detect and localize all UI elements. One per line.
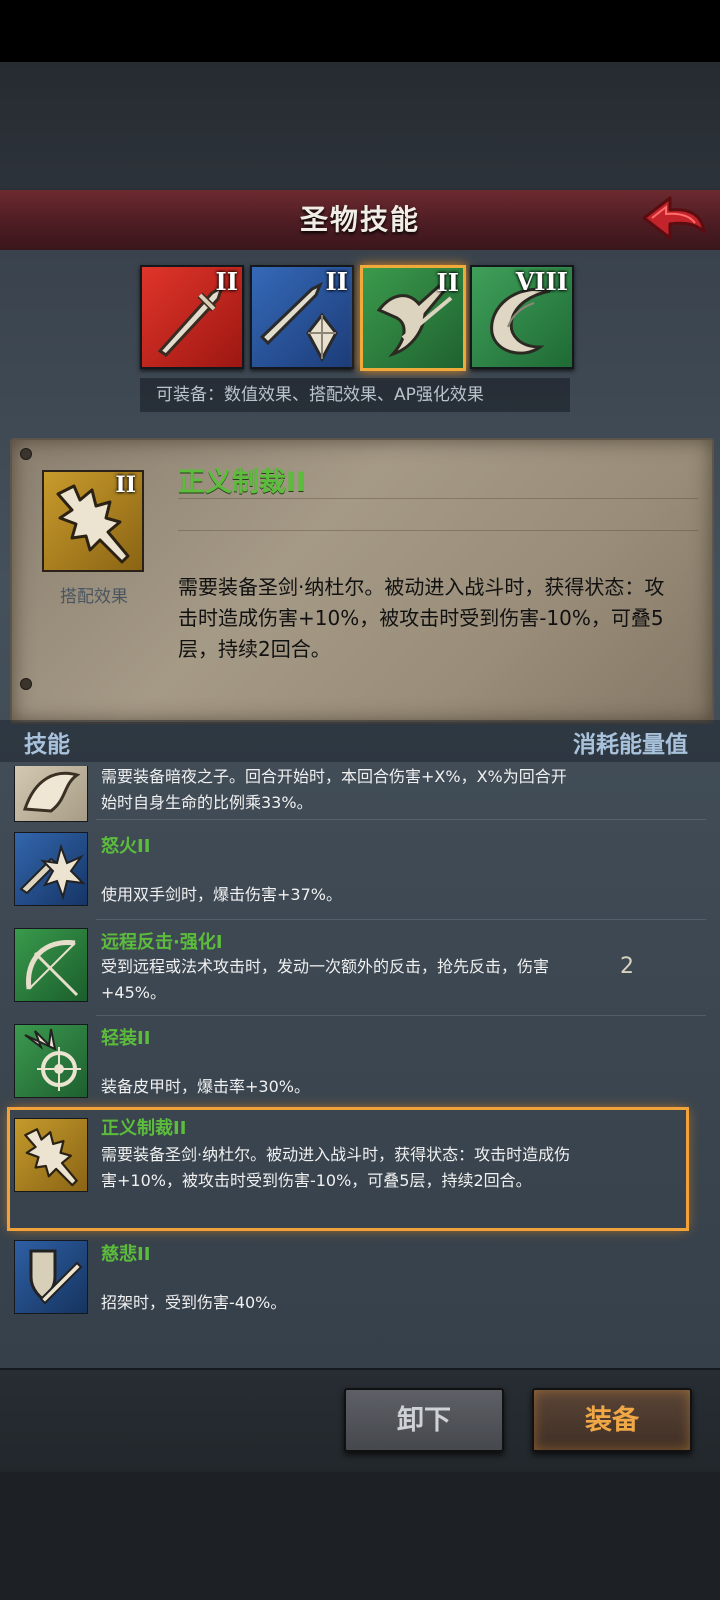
rivet-icon [20, 448, 32, 460]
slot-rank: II [325, 267, 348, 296]
bottom-backdrop [0, 1472, 720, 1600]
list-item[interactable]: 慈悲II 招架时，受到伤害-40%。 [0, 1236, 720, 1328]
blue-shield-sword-icon [29, 1249, 83, 1305]
equip-button[interactable]: 装备 [532, 1388, 692, 1452]
skill-icon [14, 766, 88, 822]
equipable-note: 可装备：数值效果、搭配效果、AP强化效果 [140, 378, 570, 412]
detail-skill-name: 正义制裁II [178, 467, 307, 498]
skill-description: 使用双手剑时，爆击伤害+37%。 [101, 885, 342, 904]
row-divider [96, 1015, 706, 1016]
skill-cost: 2 [620, 954, 634, 979]
detail-skill-icon: II [42, 470, 144, 572]
back-arrow-icon [642, 196, 706, 240]
detail-skill-description: 需要装备圣剑·纳杜尔。被动进入战斗时，获得状态：攻击时造成伤害+10%，被攻击时… [178, 575, 665, 661]
list-item[interactable]: 怒火II 使用双手剑时，爆击伤害+37%。 [0, 828, 720, 920]
row-divider [96, 919, 706, 920]
top-backdrop [0, 62, 720, 190]
skill-name: 慈悲II [101, 1244, 151, 1265]
blue-burst-sword-icon [19, 843, 86, 901]
relic-slot-2[interactable]: II [250, 265, 354, 369]
skill-icon [14, 1118, 88, 1192]
skill-icon [14, 1024, 88, 1098]
unequip-button[interactable]: 卸下 [344, 1388, 504, 1452]
divider [178, 498, 698, 499]
gold-holy-sword-icon [24, 1128, 78, 1187]
skill-list[interactable]: 需要装备暗夜之子。回合开始时，本回合伤害+X%，X%为回合开始时自身生命的比例乘… [0, 766, 720, 1366]
skill-name: 远程反击·强化I [101, 932, 223, 953]
back-button[interactable] [640, 192, 710, 248]
row-divider [96, 819, 706, 820]
slot-rank: II [436, 268, 459, 297]
skill-icon [14, 832, 88, 906]
list-item[interactable]: 需要装备暗夜之子。回合开始时，本回合伤害+X%，X%为回合开始时自身生命的比例乘… [0, 766, 720, 826]
skill-description: 装备皮甲时，爆击率+30%。 [101, 1077, 310, 1096]
skill-icon [14, 928, 88, 1002]
relic-slot-1[interactable]: II [140, 265, 244, 369]
cream-beast-icon [22, 771, 81, 813]
skill-description: 受到远程或法术攻击时，发动一次额外的反击，抢先反击，伤害+45%。 [101, 957, 550, 1002]
skill-description: 招架时，受到伤害-40%。 [101, 1293, 287, 1312]
skill-column-header: 技能 [24, 732, 70, 758]
green-bow-icon [26, 940, 79, 997]
skill-name: 怒火II [101, 836, 151, 857]
relic-slot-4[interactable]: VIII [470, 265, 574, 369]
detail-rank: II [115, 472, 136, 498]
cost-column-header: 消耗能量值 [573, 732, 688, 758]
skill-icon [14, 1240, 88, 1314]
skill-name: 正义制裁II [101, 1118, 187, 1139]
slot-rank: VIII [515, 267, 568, 296]
selected-list-item[interactable]: 正义制裁II 需要装备圣剑·纳杜尔。被动进入战斗时，获得状态：攻击时造成伤害+1… [7, 1107, 689, 1231]
divider [178, 530, 698, 531]
status-bar [0, 0, 720, 62]
rivet-icon [20, 678, 32, 690]
list-item[interactable]: 轻装II 装备皮甲时，爆击率+30%。 [0, 1020, 720, 1112]
page-title: 圣物技能 [299, 203, 420, 236]
relic-slot-3[interactable]: II [360, 265, 466, 371]
slot-rank: II [215, 267, 238, 296]
skill-name: 轻装II [101, 1028, 151, 1049]
skill-description: 需要装备圣剑·纳杜尔。被动进入战斗时，获得状态：攻击时造成伤害+10%，被攻击时… [101, 1145, 571, 1190]
detail-effect-type: 搭配效果 [60, 587, 128, 607]
list-item[interactable]: 远程反击·强化I 受到远程或法术攻击时，发动一次额外的反击，抢先反击，伤害+45… [0, 924, 720, 1016]
green-target-icon [24, 1028, 81, 1091]
skill-description: 需要装备暗夜之子。回合开始时，本回合伤害+X%，X%为回合开始时自身生命的比例乘… [101, 767, 567, 812]
